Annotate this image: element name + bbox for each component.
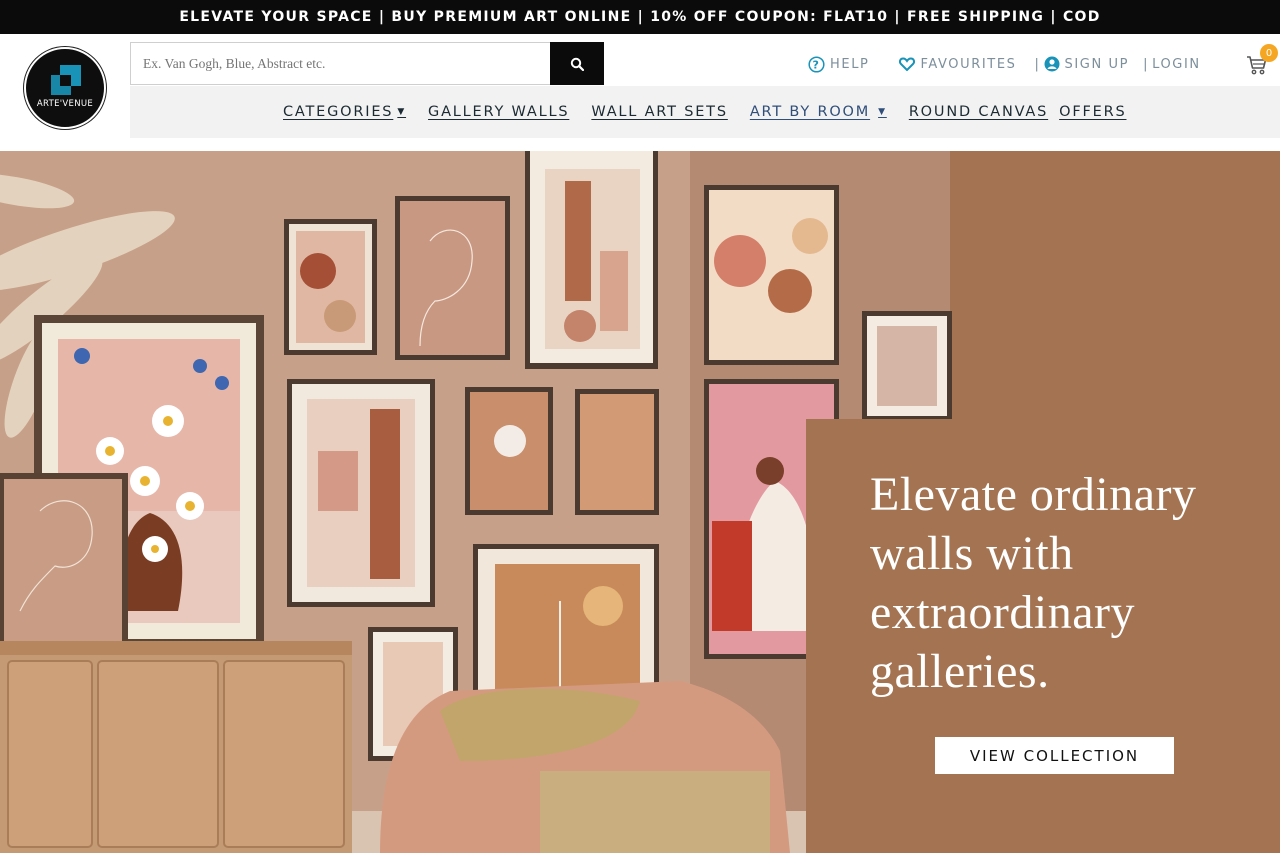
nav-offers[interactable]: OFFERS <box>1059 104 1126 120</box>
help-link[interactable]: ? HELP <box>808 55 870 73</box>
logo-text: ARTE'VENUE <box>36 99 94 109</box>
nav-wall-art-sets[interactable]: WALL ART SETS <box>591 104 727 120</box>
caret-down-icon: ▼ <box>397 107 407 117</box>
square-corner-icon <box>51 65 81 95</box>
separator: | <box>1143 56 1150 72</box>
user-icon <box>1044 56 1060 72</box>
svg-text:?: ? <box>813 58 821 71</box>
hero-promo-panel: Elevate ordinary walls with extraordinar… <box>806 419 1280 853</box>
search-input[interactable] <box>130 42 551 85</box>
caret-down-icon: ▼ <box>878 107 887 117</box>
separator: | <box>1034 56 1041 72</box>
main-nav: CATEGORIES ▼ GALLERY WALLS WALL ART SETS… <box>130 86 1280 138</box>
sign-up-link[interactable]: SIGN UP <box>1044 56 1130 72</box>
nav-offers-label: OFFERS <box>1059 104 1127 120</box>
cart-button[interactable]: 0 <box>1246 44 1280 80</box>
login-link[interactable]: LOGIN <box>1152 57 1201 72</box>
announcement-bar: ELEVATE YOUR SPACE | BUY PREMIUM ART ONL… <box>0 0 1280 34</box>
favourites-label: FAVOURITES <box>920 56 1017 72</box>
nav-art-by-room-label: ART BY ROOM <box>749 104 871 120</box>
nav-round-canvas[interactable]: ROUND CANVAS <box>909 104 1048 120</box>
site-header: ARTE'VENUE ? HELP FAVOURITES <box>0 34 1280 176</box>
sign-up-label: SIGN UP <box>1064 56 1130 72</box>
search-button[interactable] <box>550 42 604 85</box>
login-label: LOGIN <box>1152 56 1201 72</box>
nav-categories-label: CATEGORIES <box>283 104 394 120</box>
help-label: HELP <box>830 56 870 72</box>
hero-headline: Elevate ordinary walls with extraordinar… <box>870 468 1197 698</box>
question-circle-icon: ? <box>808 55 825 73</box>
nav-categories[interactable]: CATEGORIES ▼ <box>283 104 406 120</box>
nav-gallery-walls-label: GALLERY WALLS <box>428 104 570 120</box>
search-icon <box>570 57 584 71</box>
view-collection-button[interactable]: VIEW COLLECTION <box>935 737 1174 774</box>
nav-gallery-walls[interactable]: GALLERY WALLS <box>428 104 569 120</box>
cart-count-badge: 0 <box>1260 44 1278 62</box>
hero-banner[interactable]: Elevate ordinary walls with extraordinar… <box>0 151 1280 853</box>
nav-art-by-room[interactable]: ART BY ROOM ▼ <box>750 104 887 120</box>
heart-icon <box>899 57 916 71</box>
brand-logo[interactable]: ARTE'VENUE <box>24 47 106 129</box>
account-links: ? HELP FAVOURITES | SIGN UP | LOGIN <box>808 54 1201 74</box>
nav-round-canvas-label: ROUND CANVAS <box>908 104 1049 120</box>
favourites-link[interactable]: FAVOURITES <box>899 57 1016 72</box>
announcement-text: ELEVATE YOUR SPACE | BUY PREMIUM ART ONL… <box>179 9 1101 25</box>
nav-wall-art-sets-label: WALL ART SETS <box>591 104 728 120</box>
